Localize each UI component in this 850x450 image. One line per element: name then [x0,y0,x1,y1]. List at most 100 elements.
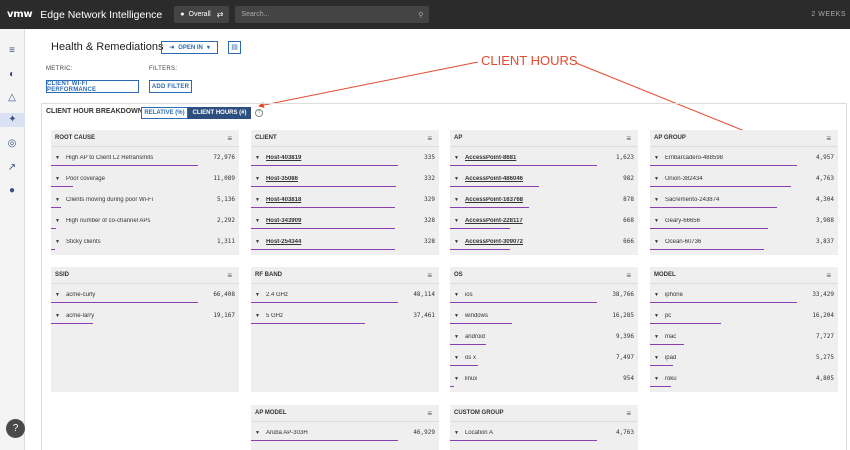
client-hours-toggle[interactable]: CLIENT HOURS (#) [188,107,251,119]
list-item[interactable]: ▼ Embarcadero-488598 4,957 [650,147,838,168]
filter-triangle-icon[interactable]: ▼ [255,176,260,182]
list-item[interactable]: ▼ ipad 5,275 [650,347,838,368]
list-item[interactable]: ▼ 2.4 GHz 48,114 [251,284,439,305]
item-name[interactable]: AccessPoint-309072 [465,239,623,245]
item-name[interactable]: AccessPoint-486046 [465,176,623,182]
filter-triangle-icon[interactable]: ▼ [654,334,659,340]
item-name: iphone [664,291,683,298]
list-item[interactable]: ▼ Poor coverage 11,089 [51,168,239,189]
list-item[interactable]: ▼ mac 7,727 [650,326,838,347]
filter-triangle-icon[interactable]: ▼ [454,376,459,382]
list-item[interactable]: ▼ Host-403819 335 [251,147,439,168]
filter-triangle-icon[interactable]: ▼ [654,376,659,382]
filter-triangle-icon[interactable]: ▼ [454,313,459,319]
filter-triangle-icon[interactable]: ▼ [654,355,659,361]
filter-triangle-icon[interactable]: ▼ [454,355,459,361]
filter-triangle-icon[interactable]: ▼ [255,155,260,161]
filter-triangle-icon[interactable]: ▼ [255,197,260,203]
menu-icon[interactable]: ≡ [227,271,232,280]
card-title: AP [454,135,463,141]
filter-triangle-icon[interactable]: ▼ [454,197,459,203]
filter-triangle-icon[interactable]: ▼ [654,197,659,203]
filter-triangle-icon[interactable]: ▼ [55,313,60,319]
menu-icon[interactable]: ≡ [427,409,432,418]
filter-triangle-icon[interactable]: ▼ [454,430,459,436]
list-item[interactable]: ▼ Clients moving during poor Wi-Fi 5,136 [51,189,239,210]
card-header: CLIENT ≡ [251,130,439,147]
menu-icon[interactable]: ≡ [626,271,631,280]
list-item[interactable]: ▼ AccessPoint-486046 982 [450,168,638,189]
filter-triangle-icon[interactable]: ▼ [454,155,459,161]
filter-triangle-icon[interactable]: ▼ [55,218,60,224]
list-item[interactable]: ▼ Ocean-60736 3,837 [650,231,838,252]
list-item[interactable]: ▼ ios 38,766 [450,284,638,305]
menu-icon[interactable]: ≡ [826,134,831,143]
list-item[interactable]: ▼ Host-403818 329 [251,189,439,210]
list-item[interactable]: ▼ os x 7,497 [450,347,638,368]
menu-icon[interactable]: ≡ [826,271,831,280]
list-item[interactable]: ▼ Location A 4,763 [450,422,638,443]
list-item[interactable]: ▼ acme-larry 19,167 [51,305,239,326]
list-item[interactable]: ▼ Aruba AP-303H 46,929 [251,422,439,443]
menu-icon[interactable]: ≡ [626,409,631,418]
filter-triangle-icon[interactable]: ▼ [654,176,659,182]
list-item[interactable]: ▼ Geary-66656 3,988 [650,210,838,231]
menu-icon[interactable]: ≡ [427,271,432,280]
list-item[interactable]: ▼ AccessPoint-8681 1,623 [450,147,638,168]
filter-triangle-icon[interactable]: ▼ [55,176,60,182]
item-name[interactable]: AccessPoint-8681 [465,155,616,161]
list-item[interactable]: ▼ AccessPoint-163768 878 [450,189,638,210]
filter-triangle-icon[interactable]: ▼ [255,313,260,319]
filter-triangle-icon[interactable]: ▼ [654,239,659,245]
list-item[interactable]: ▼ AccessPoint-309072 666 [450,231,638,252]
item-name[interactable]: Host-35086 [266,176,424,182]
filter-triangle-icon[interactable]: ▼ [654,218,659,224]
filter-triangle-icon[interactable]: ▼ [454,218,459,224]
filter-triangle-icon[interactable]: ▼ [255,218,260,224]
item-name[interactable]: Host-403819 [266,155,424,161]
list-item[interactable]: ▼ acme-curly 66,408 [51,284,239,305]
item-name[interactable]: AccessPoint-228117 [465,218,623,224]
menu-icon[interactable]: ≡ [427,134,432,143]
list-item[interactable]: ▼ linux 954 [450,368,638,389]
relative-toggle[interactable]: RELATIVE (%) [141,107,188,119]
list-item[interactable]: ▼ Host-254344 328 [251,231,439,252]
value-bar [450,206,530,208]
list-item[interactable]: ▼ Sticky clients 1,311 [51,231,239,252]
filter-triangle-icon[interactable]: ▼ [654,313,659,319]
list-item[interactable]: ▼ Host-35086 332 [251,168,439,189]
filter-triangle-icon[interactable]: ▼ [454,334,459,340]
filter-triangle-icon[interactable]: ▼ [454,176,459,182]
list-item[interactable]: ▼ High number of co-channel APs 2,292 [51,210,239,231]
list-item[interactable]: ▼ windows 16,285 [450,305,638,326]
list-item[interactable]: ▼ roku 4,805 [650,368,838,389]
filter-triangle-icon[interactable]: ▼ [55,155,60,161]
item-name[interactable]: Host-403818 [266,197,424,203]
list-item[interactable]: ▼ AccessPoint-228117 668 [450,210,638,231]
item-name[interactable]: Host-343909 [266,218,424,224]
list-item[interactable]: ▼ High AP to Client L2 Retransmits 72,976 [51,147,239,168]
item-name[interactable]: Host-254344 [266,239,424,245]
list-item[interactable]: ▼ Union-382434 4,763 [650,168,838,189]
filter-triangle-icon[interactable]: ▼ [55,239,60,245]
filter-triangle-icon[interactable]: ▼ [654,155,659,161]
list-item[interactable]: ▼ pc 16,204 [650,305,838,326]
list-item[interactable]: ▼ iphone 33,429 [650,284,838,305]
item-name[interactable]: AccessPoint-163768 [465,197,623,203]
list-item[interactable]: ▼ 5 GHz 37,461 [251,305,439,326]
filter-triangle-icon[interactable]: ▼ [255,239,260,245]
filter-triangle-icon[interactable]: ▼ [255,292,260,298]
menu-icon[interactable]: ≡ [626,134,631,143]
value-bar [251,322,366,324]
filter-triangle-icon[interactable]: ▼ [654,292,659,298]
list-item[interactable]: ▼ android 9,396 [450,326,638,347]
menu-icon[interactable]: ≡ [227,134,232,143]
list-item[interactable]: ▼ Sacremento-243874 4,304 [650,189,838,210]
list-item[interactable]: ▼ Host-343909 328 [251,210,439,231]
filter-triangle-icon[interactable]: ▼ [255,430,260,436]
question-icon[interactable]: ? [255,109,263,117]
filter-triangle-icon[interactable]: ▼ [55,197,60,203]
filter-triangle-icon[interactable]: ▼ [454,292,459,298]
filter-triangle-icon[interactable]: ▼ [454,239,459,245]
filter-triangle-icon[interactable]: ▼ [55,292,60,298]
